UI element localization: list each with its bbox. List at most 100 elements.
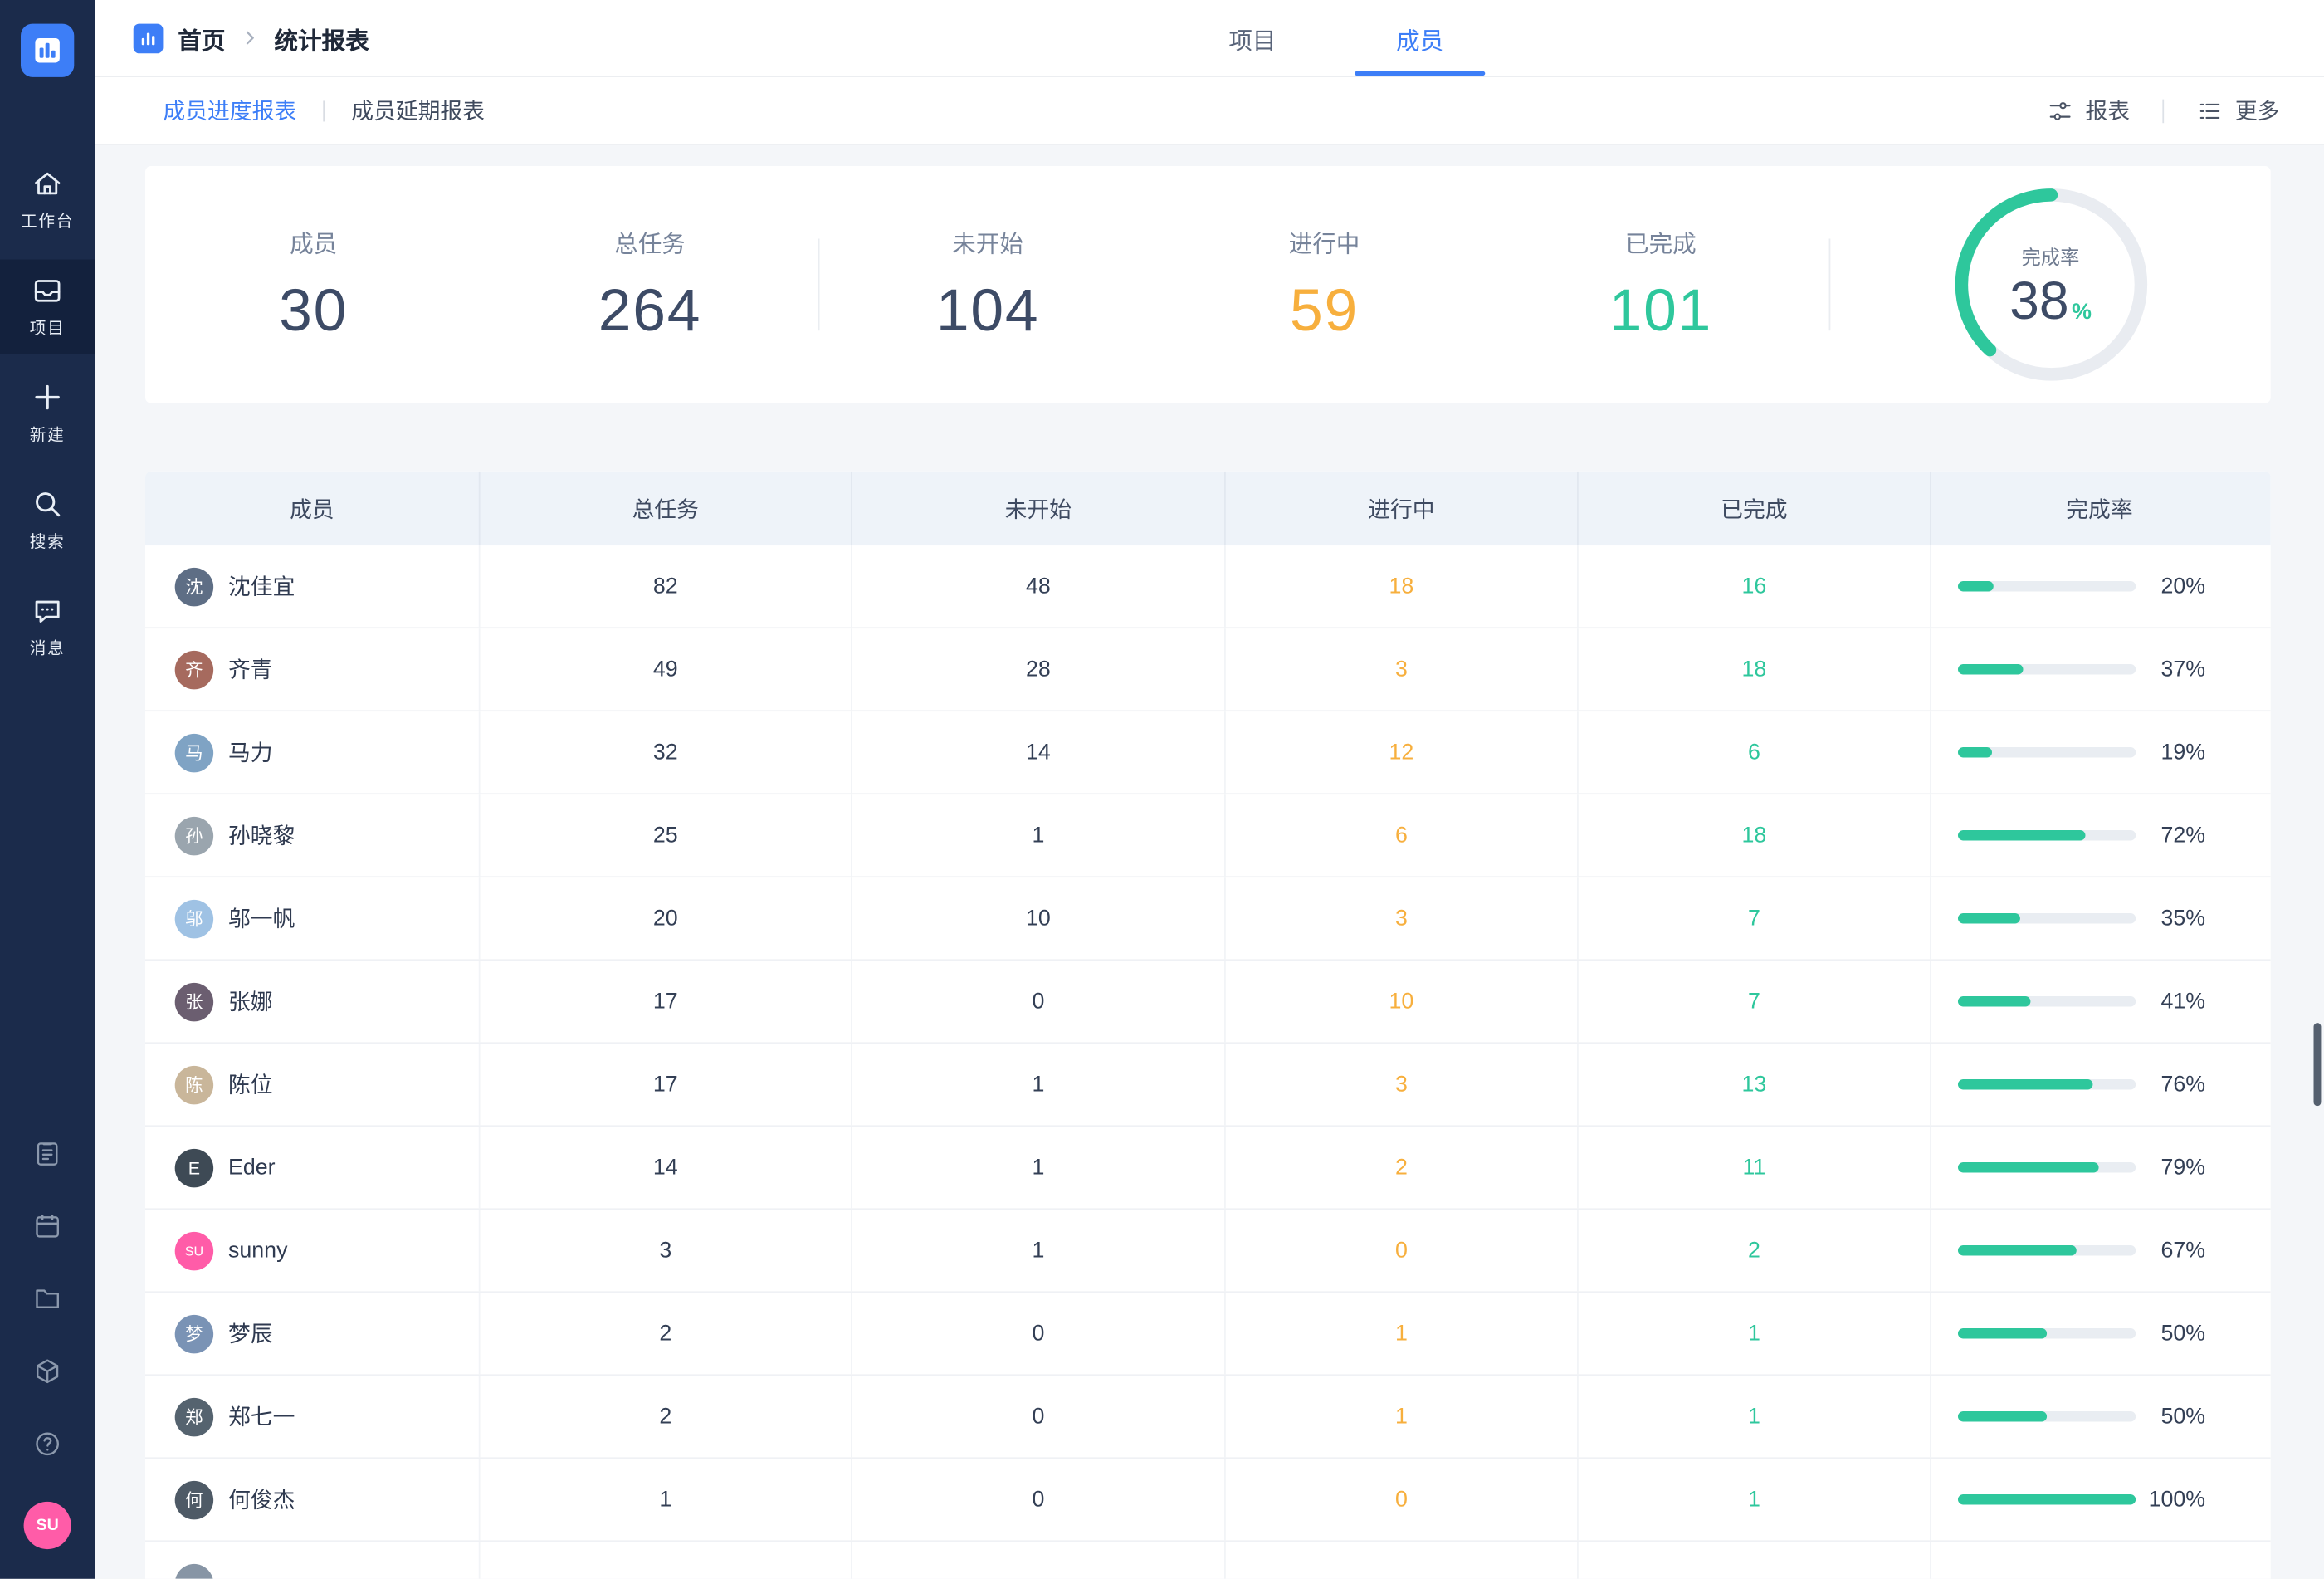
user-avatar[interactable]: SU xyxy=(24,1502,71,1549)
sidebar-item-projects[interactable]: 项目 xyxy=(0,260,95,354)
sidebar-item-workbench[interactable]: 工作台 xyxy=(0,153,95,247)
topbar: 首页 统计报表 项目 成员 xyxy=(95,0,2324,77)
plus-icon xyxy=(32,381,64,413)
report-tabs: 成员进度报表 成员延期报表 xyxy=(95,95,485,125)
more-button[interactable]: 更多 xyxy=(2196,95,2279,125)
in-progress-cell: 1 xyxy=(1226,1376,1579,1457)
progress-fill xyxy=(1958,1079,2093,1090)
tab-divider xyxy=(323,100,325,121)
sidebar-nav: 工作台项目新建搜索消息 xyxy=(0,153,95,675)
in-progress-cell: 18 xyxy=(1226,545,1579,627)
not-started-cell: 1 xyxy=(852,1044,1226,1125)
sidebar-item-label: 搜索 xyxy=(30,530,66,554)
table-row[interactable]: EEder14121179% xyxy=(145,1127,2271,1210)
search-icon xyxy=(32,488,64,521)
not-started-cell: 28 xyxy=(852,628,1226,710)
gauge-unit: % xyxy=(2072,301,2092,328)
calendar-icon xyxy=(32,1211,62,1241)
member-avatar: 郑 xyxy=(175,1397,213,1435)
help-icon xyxy=(32,1429,62,1459)
stat-item: 已完成101 xyxy=(1492,224,1828,345)
completion-cell: 35% xyxy=(1931,877,2268,959)
tab-member-progress-report[interactable]: 成员进度报表 xyxy=(163,95,296,125)
member-cell: 孙孙晓黎 xyxy=(145,794,481,876)
progress-bar xyxy=(1958,1245,2136,1256)
sidebar-tool-apps[interactable] xyxy=(17,1342,76,1401)
member-avatar: 陈 xyxy=(175,1065,213,1103)
content: 成员30总任务264未开始104进行中59已完成101 完成率 38 % xyxy=(95,145,2324,1579)
report-icon xyxy=(32,1138,62,1168)
in-progress-cell: 1 xyxy=(1226,1293,1579,1374)
main-area: 首页 统计报表 项目 成员 成员进度报表 成员延期报表 xyxy=(95,0,2324,1579)
sidebar-tool-files[interactable] xyxy=(17,1269,76,1328)
logo-chart-icon xyxy=(32,34,64,66)
sidebar-item-new[interactable]: 新建 xyxy=(0,366,95,461)
member-cell: SU sunny xyxy=(145,1210,481,1291)
table-row[interactable]: 郑郑七一201150% xyxy=(145,1376,2271,1459)
completion-cell: 41% xyxy=(1931,961,2268,1042)
table-row[interactable]: 梦梦辰201150% xyxy=(145,1293,2271,1376)
member-avatar: SU xyxy=(175,1231,213,1269)
folder-icon xyxy=(32,1283,62,1313)
table-row[interactable]: 陈陈位17131376% xyxy=(145,1044,2271,1127)
completion-cell: 100% xyxy=(1931,1459,2268,1540)
breadcrumb-home[interactable]: 首页 xyxy=(178,20,225,56)
table-row[interactable]: SUsunny310267% xyxy=(145,1210,2271,1293)
stat-label: 成员 xyxy=(290,224,337,260)
stat-label: 已完成 xyxy=(1625,224,1697,260)
report-settings-button[interactable]: 报表 xyxy=(2047,95,2130,125)
table-row[interactable] xyxy=(145,1542,2271,1579)
progress-bar xyxy=(1958,664,2136,675)
table-row[interactable]: 孙孙晓黎25161872% xyxy=(145,794,2271,877)
member-cell: 齐齐青 xyxy=(145,628,481,710)
progress-bar xyxy=(1958,747,2136,758)
total-cell: 49 xyxy=(481,628,852,710)
completion-percent: 19% xyxy=(2161,740,2206,765)
tab-member-delay-report[interactable]: 成员延期报表 xyxy=(351,95,485,125)
member-avatar: 梦 xyxy=(175,1314,213,1352)
tab-members[interactable]: 成员 xyxy=(1396,0,1443,76)
stat-item: 未开始104 xyxy=(820,224,1156,345)
member-cell: 邬邬一帆 xyxy=(145,877,481,959)
completion-percent: 50% xyxy=(2161,1321,2206,1346)
table-row[interactable]: 张张娜17010741% xyxy=(145,961,2271,1044)
report-settings-label: 报表 xyxy=(2085,95,2130,125)
sidebar-item-messages[interactable]: 消息 xyxy=(0,579,95,674)
column-header: 已完成 xyxy=(1579,472,1931,545)
message-icon xyxy=(32,594,64,627)
in-progress-cell: 3 xyxy=(1226,877,1579,959)
completion-percent: 37% xyxy=(2161,657,2206,682)
app-logo[interactable] xyxy=(21,24,74,77)
completion-percent: 72% xyxy=(2161,823,2206,848)
member-avatar: 马 xyxy=(175,733,213,771)
member-name: 沈佳宜 xyxy=(228,571,295,603)
completion-percent: 67% xyxy=(2161,1238,2206,1263)
in-progress-cell: 6 xyxy=(1226,794,1579,876)
done-cell: 7 xyxy=(1579,877,1931,959)
stat-item: 总任务264 xyxy=(481,224,818,345)
not-started-cell: 48 xyxy=(852,545,1226,627)
stat-value: 59 xyxy=(1290,279,1359,345)
member-name: sunny xyxy=(228,1238,287,1263)
completion-cell: 76% xyxy=(1931,1044,2268,1125)
table-row[interactable]: 邬邬一帆20103735% xyxy=(145,877,2271,961)
member-cell: 沈沈佳宜 xyxy=(145,545,481,627)
progress-bar xyxy=(1958,830,2136,841)
in-progress-cell: 3 xyxy=(1226,628,1579,710)
tab-projects[interactable]: 项目 xyxy=(1228,0,1276,76)
sidebar-item-search[interactable]: 搜索 xyxy=(0,473,95,568)
sidebar-tool-report[interactable] xyxy=(17,1124,76,1183)
scrollbar-thumb[interactable] xyxy=(2314,1023,2322,1106)
progress-fill xyxy=(1958,581,1994,592)
stat-value: 104 xyxy=(936,279,1040,345)
sidebar: 工作台项目新建搜索消息 SU xyxy=(0,0,95,1579)
sidebar-tool-help[interactable] xyxy=(17,1415,76,1474)
table-row[interactable]: 沈沈佳宜8248181620% xyxy=(145,545,2271,628)
done-cell: 18 xyxy=(1579,794,1931,876)
table-row[interactable]: 何何俊杰1001100% xyxy=(145,1459,2271,1542)
table-row[interactable]: 马马力321412619% xyxy=(145,711,2271,794)
sidebar-tool-calendar[interactable] xyxy=(17,1196,76,1255)
table-row[interactable]: 齐齐青492831837% xyxy=(145,628,2271,711)
not-started-cell: 1 xyxy=(852,1210,1226,1291)
completion-cell: 19% xyxy=(1931,711,2268,793)
